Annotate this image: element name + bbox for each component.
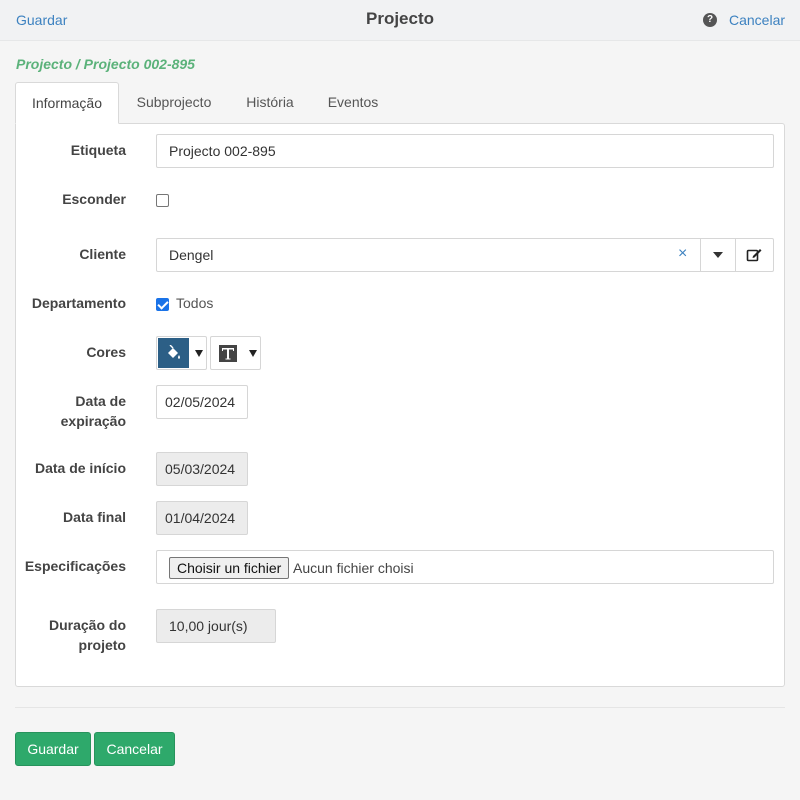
cliente-value: Dengel xyxy=(169,247,214,263)
select-divider xyxy=(700,239,701,271)
cliente-select[interactable]: Dengel × xyxy=(156,238,774,272)
save-button[interactable]: Guardar xyxy=(15,732,91,766)
data-inicio-label: Data de início xyxy=(34,460,126,476)
paint-bucket-icon xyxy=(168,345,180,359)
data-final-input: 01/04/2024 xyxy=(156,501,248,535)
background-color-picker[interactable] xyxy=(156,336,207,370)
data-final-label: Data final xyxy=(62,509,126,525)
caret-down-icon xyxy=(249,350,257,357)
data-expiracao-input[interactable]: 02/05/2024 xyxy=(156,385,248,419)
data-expiracao-label: Data de expiração xyxy=(16,391,126,431)
tab-informacao[interactable]: Informação xyxy=(15,82,119,124)
question-circle-icon[interactable]: ? xyxy=(703,13,717,27)
duracao-label-line1: Duração do xyxy=(48,617,126,633)
departamento-checkbox[interactable] xyxy=(156,298,169,311)
top-bar: Guardar Projecto ? Cancelar xyxy=(0,0,800,41)
data-expiracao-label-line1: Data de xyxy=(75,393,126,409)
tab-eventos[interactable]: Eventos xyxy=(318,82,388,124)
edit-icon[interactable] xyxy=(746,247,762,263)
duracao-label-line2: projeto xyxy=(78,637,126,653)
especificacoes-label: Especificações xyxy=(24,558,126,574)
text-t-icon xyxy=(222,348,234,360)
header-cancel-link[interactable]: Cancelar xyxy=(729,12,785,28)
data-expiracao-label-line2: expiração xyxy=(60,413,126,429)
esconder-checkbox[interactable] xyxy=(156,194,169,207)
etiqueta-input[interactable]: Projecto 002-895 xyxy=(156,134,774,168)
tab-historia[interactable]: História xyxy=(235,82,305,124)
esconder-label: Esconder xyxy=(62,191,126,207)
tab-subprojecto[interactable]: Subprojecto xyxy=(123,82,225,124)
choose-file-button[interactable]: Choisir un fichier xyxy=(169,557,290,579)
clear-icon[interactable]: × xyxy=(678,245,687,263)
text-color-picker[interactable] xyxy=(210,336,261,370)
breadcrumb: Projecto / Projecto 002-895 xyxy=(16,56,195,72)
duracao-input: 10,00 jour(s) xyxy=(156,609,276,643)
tab-bar: Informação Subprojecto História Eventos xyxy=(15,82,785,124)
file-status-text: Aucun fichier choisi xyxy=(293,560,414,576)
data-inicio-input: 05/03/2024 xyxy=(156,452,248,486)
background-color-swatch xyxy=(158,338,189,368)
caret-down-icon[interactable] xyxy=(713,252,723,258)
caret-down-icon xyxy=(195,350,203,357)
etiqueta-label: Etiqueta xyxy=(70,142,126,158)
footer-divider xyxy=(15,707,785,708)
departamento-option-label: Todos xyxy=(176,295,214,311)
cliente-label: Cliente xyxy=(79,246,126,262)
form-panel xyxy=(15,123,785,687)
text-color-swatch xyxy=(219,345,237,362)
duracao-label: Duração do projeto xyxy=(16,615,126,655)
page-title: Projecto xyxy=(365,9,435,28)
cores-label: Cores xyxy=(86,344,126,360)
select-divider-2 xyxy=(735,239,736,271)
cancel-button[interactable]: Cancelar xyxy=(94,732,175,766)
departamento-label: Departamento xyxy=(31,295,126,311)
